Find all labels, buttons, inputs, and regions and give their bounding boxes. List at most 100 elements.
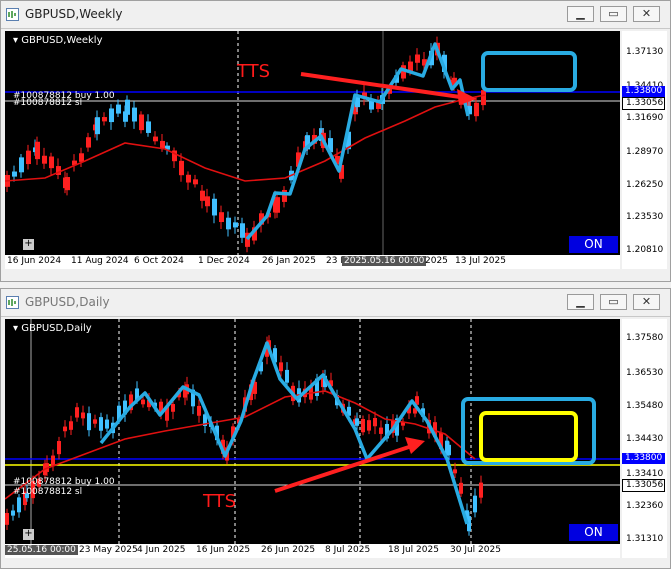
daily-zoom-plus-icon[interactable]: + <box>23 529 34 540</box>
candle-body <box>63 426 67 432</box>
candle-body <box>153 136 158 142</box>
candle-body <box>379 427 383 434</box>
candle-body <box>226 217 231 230</box>
candle-body <box>17 497 21 513</box>
price-tick: 1.32360 <box>626 501 664 511</box>
weekly-candles <box>5 31 620 255</box>
weekly-zoom-plus-icon[interactable]: + <box>23 239 34 250</box>
daily-candles <box>5 319 620 544</box>
price-tick: 1.33410 <box>626 469 664 479</box>
candle-body <box>132 107 137 122</box>
candle-body <box>49 156 54 169</box>
candle-body <box>57 441 61 455</box>
candle-body <box>285 369 289 383</box>
maximize-button[interactable]: ▭ <box>600 6 627 22</box>
close-button[interactable]: ✕ <box>633 294 660 310</box>
candle-body <box>361 418 365 433</box>
price-tick: 1.37580 <box>626 333 664 343</box>
daily-arrow-head <box>405 437 425 454</box>
time-label: 8 Jul 2025 <box>325 545 371 555</box>
time-label: 26 Jun 2025 <box>261 545 316 555</box>
daily-time-axis[interactable]: 25.05.16 00:00 23 May 2025 4 Jun 2025 16… <box>5 544 620 558</box>
weekly-plot-area[interactable]: GBPUSD,Weekly #100878812 buy 1.00 #10087… <box>5 31 620 255</box>
price-tick: 1.23530 <box>626 212 664 222</box>
candle-body <box>51 455 55 467</box>
candle-body <box>42 155 47 164</box>
time-label: 26 Jan 2025 <box>262 256 316 266</box>
candle-body <box>146 121 151 133</box>
minimize-button[interactable]: ▁ <box>567 294 594 310</box>
weekly-target-box <box>481 51 577 92</box>
candle-body <box>75 407 79 418</box>
candle-body <box>116 104 121 114</box>
candle-body <box>474 102 479 117</box>
weekly-current-price-label: 1.33056 <box>622 97 665 110</box>
candle-body <box>282 189 287 202</box>
time-label: 11 Aug 2024 <box>71 256 129 266</box>
weekly-status-badge: ON <box>569 236 618 253</box>
time-label: 16 Jun 2024 <box>7 256 62 266</box>
time-label: 2025 <box>425 256 448 266</box>
time-label: 23 May 2025 <box>79 545 138 555</box>
daily-plot-area[interactable]: GBPUSD,Daily #100878812 buy 1.00 #100878… <box>5 319 620 544</box>
chart-window-icon <box>6 296 19 309</box>
candle-body <box>205 196 210 207</box>
candle-body <box>367 420 371 431</box>
price-tick: 1.35480 <box>626 401 664 411</box>
candle-body <box>171 404 175 412</box>
candle-body <box>69 421 73 430</box>
weekly-time-axis[interactable]: 16 Jun 2024 11 Aug 2024 6 Oct 2024 1 Dec… <box>5 255 620 269</box>
candle-body <box>81 412 85 419</box>
daily-window-title: GBPUSD,Daily <box>25 295 110 309</box>
candle-body <box>109 108 114 123</box>
weekly-chart-window[interactable]: GBPUSD,Weekly ▁ ▭ ✕ GBPUSD,Weekly #10087… <box>0 0 671 282</box>
candle-body <box>481 90 486 106</box>
maximize-button[interactable]: ▭ <box>600 294 627 310</box>
candle-body <box>240 223 245 238</box>
candle-body <box>355 418 359 426</box>
daily-inner-target-box <box>479 411 578 462</box>
price-tick: 1.26250 <box>626 180 664 190</box>
chart-window-icon <box>6 8 19 21</box>
daily-blue-price-label: 1.33800 <box>622 453 665 464</box>
candle-body <box>219 212 224 223</box>
time-label: 30 Jul 2025 <box>450 545 501 555</box>
minimize-button[interactable]: ▁ <box>567 6 594 22</box>
time-label: 4 Jun 2025 <box>137 545 186 555</box>
time-label: 1 Dec 2024 <box>198 256 250 266</box>
price-tick: 1.37130 <box>626 47 664 57</box>
candle-body <box>139 114 144 131</box>
candle-body <box>233 222 238 228</box>
daily-order-sl: #100878812 sl <box>13 487 83 497</box>
candle-body <box>86 137 91 148</box>
candle-body <box>473 495 477 513</box>
weekly-window-title: GBPUSD,Weekly <box>25 7 123 21</box>
daily-chart-window[interactable]: GBPUSD,Daily ▁ ▭ ✕ GBPUSD,Daily #1008788… <box>0 288 671 569</box>
price-tick: 1.28970 <box>626 147 664 157</box>
candle-body <box>275 197 280 213</box>
candle-body <box>19 157 24 173</box>
candle-body <box>102 117 107 122</box>
candle-body <box>65 177 70 191</box>
candle-body <box>79 153 84 162</box>
candle-body <box>160 140 165 149</box>
price-tick: 1.31310 <box>626 534 664 544</box>
candle-body <box>87 413 91 431</box>
candle-body <box>26 150 31 165</box>
daily-order-buy: #100878812 buy 1.00 <box>13 477 115 487</box>
candle-body <box>125 99 130 115</box>
candle-body <box>186 174 191 183</box>
daily-titlebar[interactable]: GBPUSD,Daily ▁ ▭ ✕ <box>1 289 670 317</box>
daily-symbol-label: GBPUSD,Daily <box>13 323 92 334</box>
weekly-tts-annotation: TTS <box>237 61 271 82</box>
daily-price-axis[interactable]: 1.37580 1.36530 1.35480 1.34430 1.33410 … <box>622 319 667 558</box>
crosshair-time-label: 25.05.16 00:00 <box>5 545 78 555</box>
weekly-blue-price-label: 1.33800 <box>622 86 665 97</box>
close-button[interactable]: ✕ <box>633 6 660 22</box>
daily-tts-annotation: TTS <box>203 491 237 512</box>
time-label: 18 Jul 2025 <box>388 545 439 555</box>
candle-body <box>99 417 103 431</box>
weekly-price-axis[interactable]: 1.37130 1.34410 1.31690 1.28970 1.26250 … <box>622 31 667 269</box>
weekly-order-sl: #100878812 sl <box>13 98 83 108</box>
weekly-titlebar[interactable]: GBPUSD,Weekly ▁ ▭ ✕ <box>1 1 670 29</box>
